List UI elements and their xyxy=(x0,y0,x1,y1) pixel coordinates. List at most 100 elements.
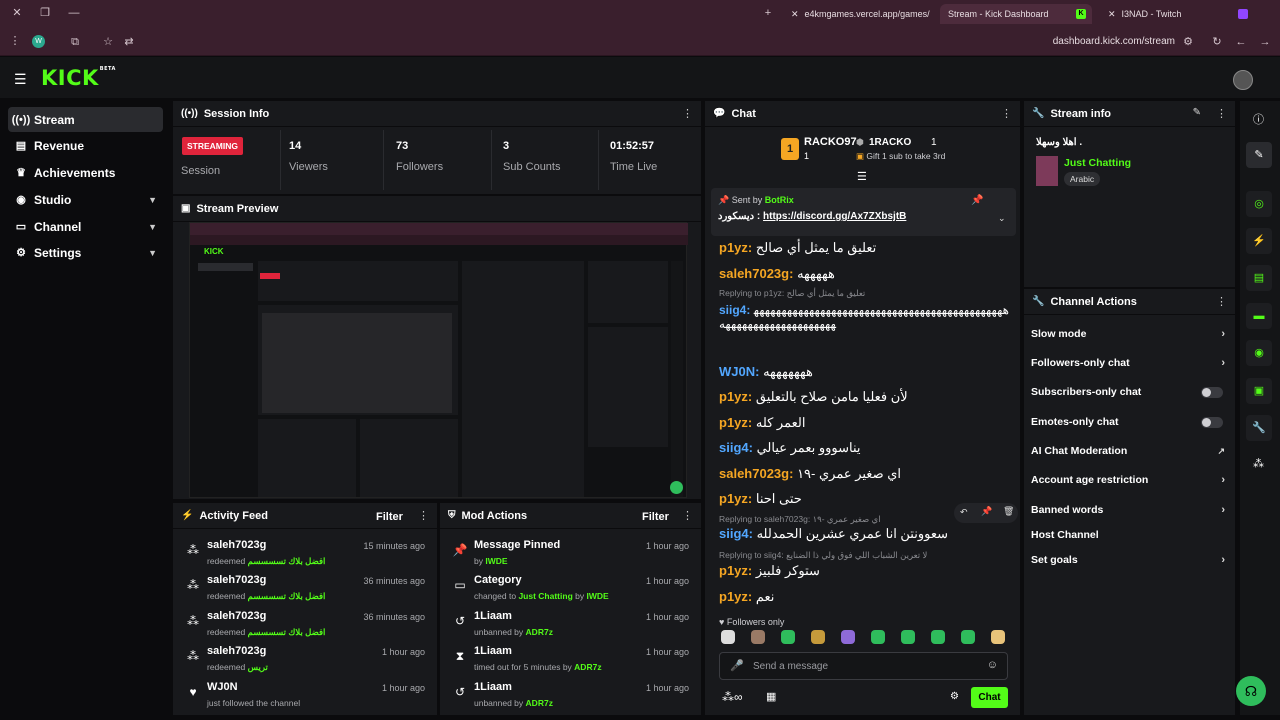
minimize-window-icon[interactable]: — xyxy=(67,6,81,20)
ai-moderation-row[interactable]: AI Chat Moderation ↗ xyxy=(1031,440,1229,462)
broadcast-icon[interactable]: ◉ xyxy=(1246,340,1272,366)
sidebar-item-revenue[interactable]: ▤ Revenue xyxy=(8,133,163,158)
chat-message[interactable]: saleh7023g: هههههه xyxy=(719,266,835,282)
address-url[interactable]: dashboard.kick.com/stream xyxy=(1053,36,1175,47)
gift-sub-text[interactable]: ▣ Gift 1 sub to take 3rd xyxy=(856,151,945,162)
store-icon[interactable]: ▦ xyxy=(766,690,776,703)
subscribers-only-row[interactable]: Subscribers-only chat xyxy=(1031,381,1229,403)
chat-username[interactable]: WJ0N xyxy=(719,364,755,379)
set-goals-row[interactable]: Set goals › xyxy=(1031,549,1229,571)
emote[interactable] xyxy=(811,630,825,644)
chat-message[interactable]: saleh7023g: اي صغير عمري -١٩ xyxy=(719,466,901,482)
chat-username[interactable]: p1yz xyxy=(719,491,748,506)
menu-dots-icon[interactable]: ⋮ xyxy=(8,34,22,48)
restore-window-icon[interactable]: ❐ xyxy=(38,6,52,20)
chat-username[interactable]: p1yz xyxy=(719,563,748,578)
reply-icon[interactable]: ↶ xyxy=(960,507,968,518)
kebab-menu-icon[interactable]: ⋮ xyxy=(682,107,693,120)
emote[interactable] xyxy=(991,630,1005,644)
tab-kick-dashboard[interactable]: Stream - Kick Dashboard K xyxy=(940,4,1092,24)
chat-input[interactable]: 🎤 Send a message ☺ xyxy=(719,652,1008,680)
chat-message[interactable]: siig4: يناسووو بعمر عيالي xyxy=(719,440,860,456)
chat-message[interactable]: p1yz: تعليق ما يمثل أي صالح xyxy=(719,240,876,256)
kebab-menu-icon[interactable]: ⋮ xyxy=(1216,107,1227,120)
followers-only-row[interactable]: Followers-only chat › xyxy=(1031,352,1229,374)
translate-icon[interactable]: ⇄ xyxy=(122,35,136,49)
focus-icon[interactable]: ◎ xyxy=(1246,191,1272,217)
list-icon[interactable]: ▤ xyxy=(1246,265,1272,291)
chat-username[interactable]: saleh7023g xyxy=(719,466,789,481)
chat-message[interactable]: siig4: سعوونتن انا عمري عشرين الحمدلله xyxy=(719,526,948,542)
tab-twitch[interactable]: ✕ I3NAD - Twitch xyxy=(1100,4,1250,24)
kebab-menu-icon[interactable]: ⋮ xyxy=(1216,295,1227,308)
sidebar-item-settings[interactable]: ⚙ Settings ▼ xyxy=(8,240,163,265)
site-settings-icon[interactable]: ⚙ xyxy=(1181,35,1195,49)
chat-message[interactable]: p1yz: حتى احنا xyxy=(719,491,802,507)
back-icon[interactable]: ← xyxy=(1234,35,1248,49)
emote[interactable] xyxy=(961,630,975,644)
mod-filter-button[interactable]: Filter xyxy=(642,511,669,523)
slow-mode-row[interactable]: Slow mode › xyxy=(1031,323,1229,345)
chat-message[interactable]: siig4: ههههههههههههههههههههههههههههههههه… xyxy=(719,303,1009,331)
activity-filter-button[interactable]: Filter xyxy=(376,511,403,523)
wrench-icon[interactable]: 🔧 xyxy=(1246,415,1272,441)
account-age-row[interactable]: Account age restriction › xyxy=(1031,469,1229,491)
bookmark-star-icon[interactable]: ☆ xyxy=(101,35,115,49)
kebab-menu-icon[interactable]: ⋮ xyxy=(1001,107,1012,120)
mic-icon[interactable]: 🎤 xyxy=(730,659,744,672)
emoji-icon[interactable]: ☺ xyxy=(987,659,998,671)
kebab-menu-icon[interactable]: ⋮ xyxy=(418,509,429,522)
host-channel-row[interactable]: Host Channel xyxy=(1031,524,1229,546)
banned-words-row[interactable]: Banned words › xyxy=(1031,499,1229,521)
delete-icon[interactable]: 🗑 xyxy=(1003,506,1014,517)
emote[interactable] xyxy=(901,630,915,644)
info-icon[interactable]: ⓘ xyxy=(1253,111,1264,127)
close-window-icon[interactable]: ✕ xyxy=(10,6,24,20)
sidebar-item-stream[interactable]: ((•)) Stream xyxy=(8,107,163,132)
pinned-link[interactable]: https://discord.gg/Ax7ZXbsjtB xyxy=(763,211,906,222)
lightning-icon[interactable]: ⚡ xyxy=(1246,228,1272,254)
chat-username[interactable]: p1yz xyxy=(719,589,748,604)
kick-logo[interactable]: KICKBETA xyxy=(41,66,116,90)
stream-preview-video[interactable]: KICK xyxy=(189,222,688,498)
emote[interactable] xyxy=(871,630,885,644)
chat-bubble-icon[interactable]: ▬ xyxy=(1246,303,1272,329)
extensions-icon[interactable]: ⧉ xyxy=(68,35,82,49)
emote[interactable] xyxy=(931,630,945,644)
quick-emote-icon[interactable]: ⁂∞ xyxy=(722,690,743,704)
new-tab-icon[interactable]: + xyxy=(761,6,775,20)
emote[interactable] xyxy=(781,630,795,644)
kebab-menu-icon[interactable]: ⋮ xyxy=(682,509,693,522)
edit-pencil-icon[interactable]: ✎ xyxy=(1193,107,1201,118)
chat-username[interactable]: saleh7023g xyxy=(719,266,789,281)
sidebar-item-achievements[interactable]: ♛ Achievements xyxy=(8,160,163,185)
chat-username[interactable]: siig4 xyxy=(719,526,749,541)
pin-message-icon[interactable]: 📌 xyxy=(981,506,992,517)
chat-username[interactable]: siig4 xyxy=(719,303,746,317)
emotes-only-row[interactable]: Emotes-only chat xyxy=(1031,411,1229,433)
unpin-icon[interactable]: 📌 xyxy=(971,195,983,206)
emote[interactable] xyxy=(841,630,855,644)
emotes-only-toggle[interactable] xyxy=(1201,416,1223,428)
chat-message[interactable]: WJ0N: هههههههه xyxy=(719,364,813,380)
chat-message[interactable]: p1yz: ستوكر فلبيز xyxy=(719,563,820,579)
layout-icon[interactable]: ▣ xyxy=(1246,378,1272,404)
chat-username[interactable]: p1yz xyxy=(719,240,748,255)
edit-layout-icon[interactable]: ✎ xyxy=(1246,142,1272,168)
send-chat-button[interactable]: Chat xyxy=(971,687,1008,708)
chat-settings-icon[interactable]: ⚙ xyxy=(950,691,959,702)
emote[interactable] xyxy=(751,630,765,644)
chat-message[interactable]: p1yz: العمر كله xyxy=(719,415,805,431)
chat-username[interactable]: siig4 xyxy=(719,440,749,455)
chat-message[interactable]: p1yz: نعم xyxy=(719,589,774,605)
chat-username[interactable]: p1yz xyxy=(719,415,748,430)
sidebar-item-channel[interactable]: ▭ Channel ▼ xyxy=(8,214,163,239)
hamburger-menu-icon[interactable]: ☰ xyxy=(14,71,27,88)
reload-icon[interactable]: ↻ xyxy=(1210,35,1224,49)
chat-username[interactable]: p1yz xyxy=(719,389,748,404)
profile-avatar[interactable]: W xyxy=(32,35,45,48)
emote[interactable] xyxy=(721,630,735,644)
more-icon[interactable]: ⁂ xyxy=(1253,457,1264,470)
help-support-icon[interactable]: ☊ xyxy=(1236,676,1266,706)
chevron-down-icon[interactable]: ⌄ xyxy=(998,213,1006,224)
